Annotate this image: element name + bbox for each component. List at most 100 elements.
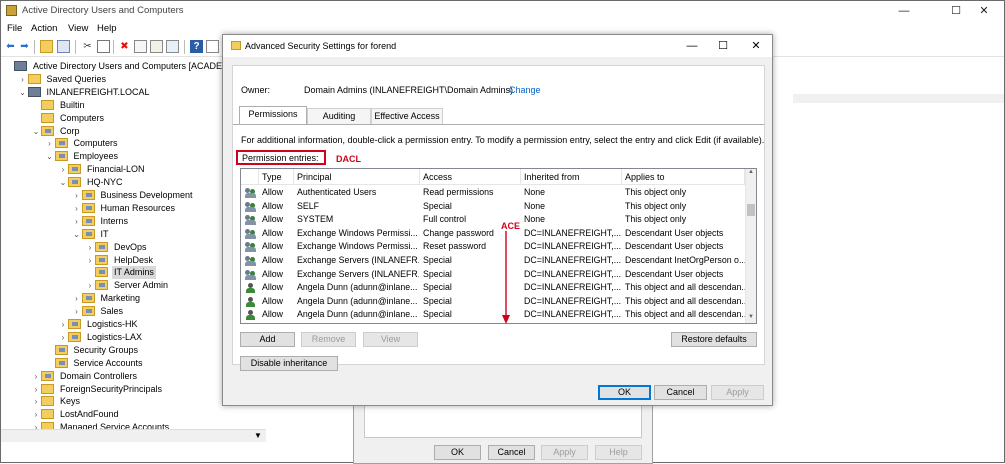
tree-item[interactable]: › Human Resources bbox=[72, 202, 178, 215]
scroll-down-arrow-icon[interactable]: ▼ bbox=[251, 429, 265, 442]
list-vertical-scrollbar[interactable]: ▲ ▼ bbox=[745, 169, 756, 323]
owner-change-link[interactable]: Change bbox=[509, 85, 541, 95]
tree-item[interactable]: ⌄ Employees bbox=[45, 150, 121, 163]
tree-item[interactable]: › Logistics-LAX bbox=[58, 331, 144, 344]
permission-entry-row[interactable]: Allow Angela Dunn (adunn@inlane... Special… bbox=[241, 281, 745, 295]
chevron-right-icon[interactable]: › bbox=[72, 215, 82, 228]
dialog-maximize-button[interactable]: ☐ bbox=[706, 35, 740, 57]
tree-item[interactable]: › ForeignSecurityPrincipals bbox=[31, 383, 164, 396]
tree-item[interactable]: › Interns bbox=[72, 215, 131, 228]
copy-icon[interactable] bbox=[97, 40, 110, 53]
tree-item[interactable]: Security Groups bbox=[45, 344, 141, 357]
scroll-up-icon[interactable]: ▲ bbox=[748, 169, 754, 175]
tree-item[interactable]: › Server Admin bbox=[85, 279, 170, 292]
chevron-right-icon[interactable]: › bbox=[72, 292, 82, 305]
permission-entry-row[interactable]: Allow Angela Dunn (adunn@inlane... Special… bbox=[241, 308, 745, 322]
restore-defaults-button[interactable]: Restore defaults bbox=[671, 332, 757, 347]
tree-item[interactable]: › Business Development bbox=[72, 189, 195, 202]
tree-item[interactable]: › Computers bbox=[45, 137, 120, 150]
column-type[interactable]: Type bbox=[259, 169, 294, 185]
tab-effective-access[interactable]: Effective Access bbox=[371, 108, 443, 124]
chevron-right-icon[interactable]: › bbox=[58, 331, 68, 344]
view-button[interactable]: View bbox=[363, 332, 418, 347]
tree-item[interactable]: › Marketing bbox=[72, 292, 143, 305]
chevron-right-icon[interactable]: › bbox=[72, 305, 82, 318]
tree-item[interactable]: › Keys bbox=[31, 395, 82, 408]
tree-horizontal-scrollbar[interactable] bbox=[1, 429, 266, 442]
column-applies-to[interactable]: Applies to bbox=[622, 169, 745, 185]
folder-up-icon[interactable] bbox=[40, 40, 53, 53]
show-hide-tree-icon[interactable] bbox=[57, 40, 70, 53]
props-help-button[interactable]: Help bbox=[595, 445, 642, 460]
chevron-right-icon[interactable]: › bbox=[85, 279, 95, 292]
scrollbar-thumb[interactable] bbox=[747, 204, 755, 216]
tree-item[interactable]: Computers bbox=[31, 112, 106, 125]
tab-permissions[interactable]: Permissions bbox=[239, 106, 307, 125]
remove-button[interactable]: Remove bbox=[301, 332, 356, 347]
properties-icon[interactable] bbox=[134, 40, 147, 53]
help-icon[interactable]: ? bbox=[190, 40, 203, 53]
tree-item[interactable]: ⌄ Corp bbox=[31, 125, 82, 138]
tree-item[interactable]: › Saved Queries bbox=[18, 73, 109, 86]
tree-item[interactable]: › Financial-LON bbox=[58, 163, 147, 176]
cut-icon[interactable]: ✂ bbox=[81, 40, 94, 53]
chevron-down-icon[interactable]: ⌄ bbox=[18, 86, 28, 99]
refresh-icon[interactable] bbox=[150, 40, 163, 53]
export-list-icon[interactable] bbox=[166, 40, 179, 53]
chevron-down-icon[interactable]: ⌄ bbox=[31, 125, 41, 138]
permission-entry-row[interactable]: Allow SELF Special None This object only bbox=[241, 200, 745, 214]
tree-item[interactable]: Service Accounts bbox=[45, 357, 145, 370]
chevron-down-icon[interactable]: ⌄ bbox=[72, 228, 82, 241]
menu-help[interactable]: Help bbox=[97, 23, 117, 34]
menu-action[interactable]: Action bbox=[31, 23, 57, 34]
permission-entry-row[interactable]: Allow Authenticated Users Read permissions… bbox=[241, 186, 745, 200]
tab-auditing[interactable]: Auditing bbox=[307, 108, 371, 124]
column-principal[interactable]: Principal bbox=[294, 169, 420, 185]
chevron-right-icon[interactable]: › bbox=[72, 189, 82, 202]
chevron-right-icon[interactable]: › bbox=[85, 254, 95, 267]
chevron-right-icon[interactable]: › bbox=[58, 163, 68, 176]
minimize-button[interactable]: — bbox=[884, 1, 924, 21]
tree-item[interactable]: › Domain Controllers bbox=[31, 370, 139, 383]
chevron-right-icon[interactable]: › bbox=[31, 383, 41, 396]
chevron-right-icon[interactable]: › bbox=[58, 318, 68, 331]
props-apply-button[interactable]: Apply bbox=[541, 445, 588, 460]
chevron-right-icon[interactable]: › bbox=[31, 408, 41, 421]
chevron-down-icon[interactable]: ⌄ bbox=[58, 176, 68, 189]
main-titlebar[interactable]: Active Directory Users and Computers — ☐… bbox=[1, 1, 1004, 21]
tree-item[interactable]: Builtin bbox=[31, 99, 87, 112]
dialog-titlebar[interactable]: Advanced Security Settings for forend — … bbox=[223, 35, 772, 57]
chevron-right-icon[interactable]: › bbox=[72, 202, 82, 215]
menu-file[interactable]: File bbox=[7, 23, 22, 34]
tree-item[interactable]: › DevOps bbox=[85, 241, 149, 254]
dialog-close-button[interactable]: ✕ bbox=[739, 35, 773, 57]
add-button[interactable]: Add bbox=[240, 332, 295, 347]
tree-item[interactable]: ⌄ HQ-NYC bbox=[58, 176, 125, 189]
menu-view[interactable]: View bbox=[68, 23, 88, 34]
permission-entry-row[interactable]: Allow Exchange Windows Permissi... Reset p… bbox=[241, 240, 745, 254]
chevron-right-icon[interactable]: › bbox=[31, 370, 41, 383]
permission-entry-row[interactable]: Allow Exchange Servers (INLANEFR... Specia… bbox=[241, 254, 745, 268]
disable-inheritance-button[interactable]: Disable inheritance bbox=[240, 356, 338, 371]
permission-entry-row[interactable]: Allow Angela Dunn (adunn@inlane... Special… bbox=[241, 295, 745, 309]
cancel-button[interactable]: Cancel bbox=[654, 385, 707, 400]
tree-item[interactable]: ⌄ IT bbox=[72, 228, 111, 241]
permission-entry-row[interactable]: Allow Exchange Servers (INLANEFR... Specia… bbox=[241, 268, 745, 282]
scroll-down-icon[interactable]: ▼ bbox=[748, 314, 754, 320]
chevron-right-icon[interactable]: › bbox=[45, 137, 55, 150]
tree-item[interactable]: › Logistics-HK bbox=[58, 318, 140, 331]
permission-entry-row[interactable]: Allow SYSTEM Full control None This object o… bbox=[241, 213, 745, 227]
chevron-down-icon[interactable]: ⌄ bbox=[45, 150, 55, 163]
ok-button[interactable]: OK bbox=[598, 385, 651, 400]
chevron-right-icon[interactable]: › bbox=[85, 241, 95, 254]
column-access[interactable]: Access bbox=[420, 169, 521, 185]
tree-item[interactable]: IT Admins bbox=[85, 266, 156, 280]
tree-item[interactable]: Active Directory Users and Computers [AC… bbox=[4, 60, 255, 73]
apply-button[interactable]: Apply bbox=[711, 385, 764, 400]
tree-item[interactable]: ⌄ INLANEFREIGHT.LOCAL bbox=[18, 86, 152, 99]
props-cancel-button[interactable]: Cancel bbox=[488, 445, 535, 460]
back-arrow-icon[interactable]: ⬅ bbox=[4, 40, 17, 53]
chevron-right-icon[interactable]: › bbox=[18, 73, 28, 86]
tree-item[interactable]: › LostAndFound bbox=[31, 408, 121, 421]
tree-item[interactable]: › HelpDesk bbox=[85, 254, 155, 267]
